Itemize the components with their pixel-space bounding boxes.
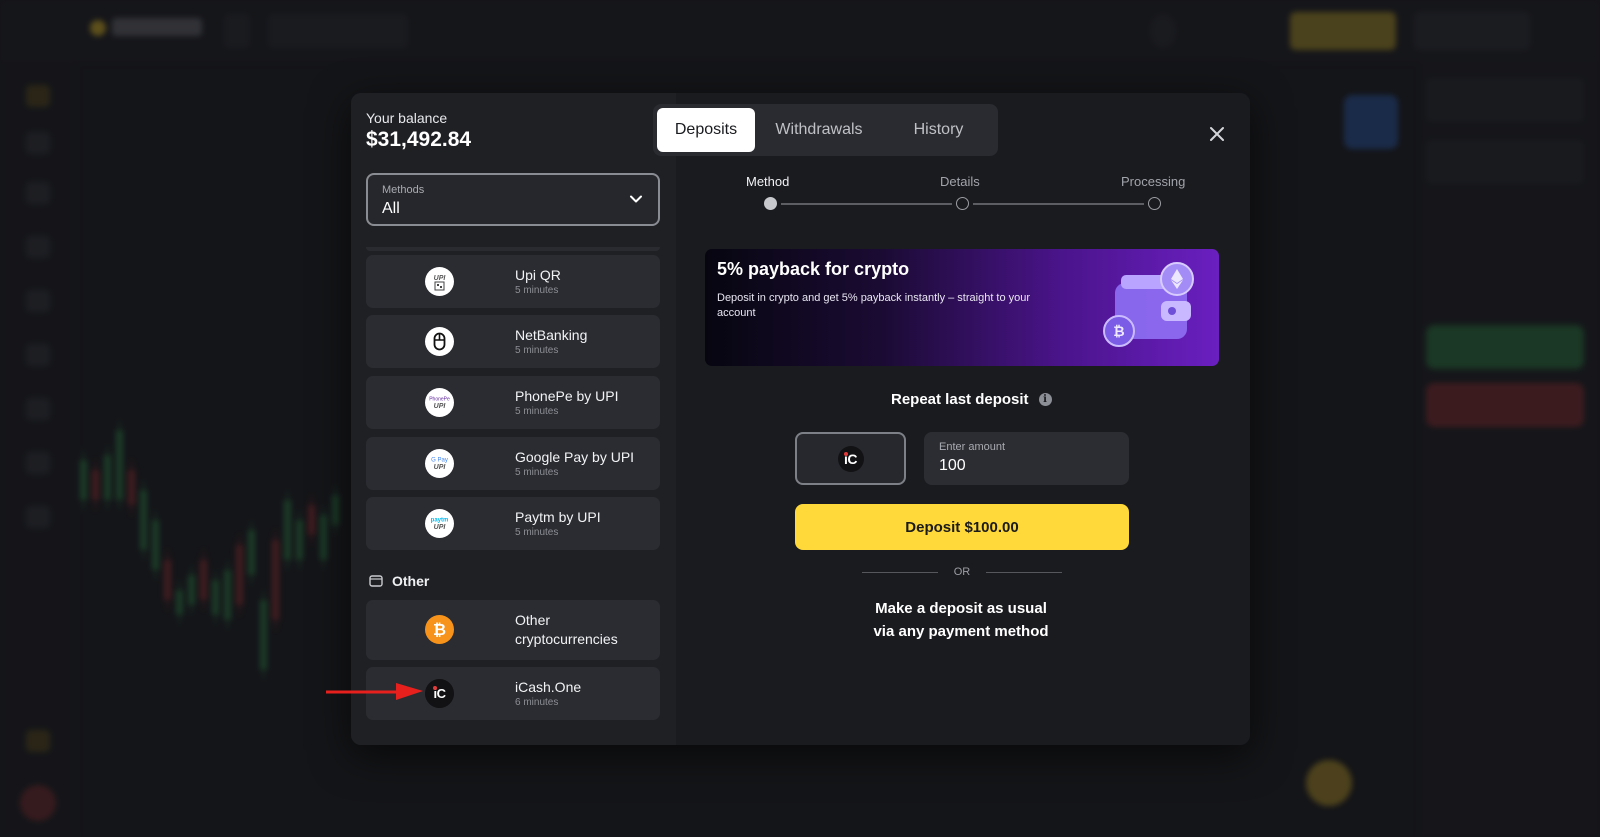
divider-line	[862, 571, 938, 573]
svg-text:₿: ₿	[433, 620, 446, 639]
step-connector	[781, 203, 952, 205]
svg-text:PhonePe: PhonePe	[429, 397, 450, 403]
methods-filter-label: Methods	[382, 184, 425, 196]
tab-history[interactable]: History	[883, 108, 994, 152]
info-icon[interactable]: i	[1038, 393, 1052, 406]
method-google-pay-upi[interactable]: G Pay UPI Google Pay by UPI 5 minutes	[366, 437, 660, 490]
step-details-dot	[956, 197, 969, 210]
svg-text:G Pay: G Pay	[431, 458, 448, 464]
icash-icon: iC	[425, 679, 454, 708]
amount-field: Enter amount	[924, 432, 1129, 485]
step-method-dot	[764, 197, 777, 210]
amount-input[interactable]	[939, 457, 1119, 475]
method-name: Paytm by UPI	[515, 509, 601, 525]
methods-panel: Your balance $31,492.84 Methods All UPI …	[351, 93, 676, 745]
close-icon[interactable]	[1207, 124, 1227, 144]
method-time: 5 minutes	[515, 467, 559, 478]
deposit-modal: Your balance $31,492.84 Methods All UPI …	[351, 93, 1250, 745]
selected-method-chip[interactable]: iC	[795, 432, 906, 485]
tab-withdrawals[interactable]: Withdrawals	[755, 108, 883, 152]
section-header-other: Other	[369, 573, 429, 589]
google-pay-icon: G Pay UPI	[425, 449, 454, 478]
repeat-last-deposit-header: Repeat last deposit i	[891, 391, 1052, 408]
phonepe-icon: PhonePe UPI	[425, 388, 454, 417]
section-title: Other	[392, 573, 430, 589]
svg-text:₿: ₿	[1113, 324, 1124, 340]
step-connector	[973, 203, 1144, 205]
method-time: 5 minutes	[515, 527, 559, 538]
balance-label: Your balance	[366, 110, 448, 126]
balance-value: $31,492.84	[366, 128, 472, 151]
mouse-icon	[425, 327, 454, 356]
amount-label: Enter amount	[939, 441, 1006, 453]
methods-filter-select[interactable]: Methods All	[366, 173, 660, 226]
method-name: Google Pay by UPI	[515, 449, 635, 465]
step-details-label: Details	[940, 174, 980, 189]
step-processing-dot	[1148, 197, 1161, 210]
usual-line-1: Make a deposit as usual	[875, 600, 1047, 617]
methods-filter-value: All	[382, 200, 400, 217]
method-time: 6 minutes	[515, 697, 559, 708]
chevron-down-icon	[630, 195, 642, 203]
method-time: 5 minutes	[515, 345, 559, 356]
icash-icon: iC	[837, 445, 864, 472]
upi-qr-icon: UPI	[425, 267, 454, 296]
paytm-icon: paytm UPI	[425, 509, 454, 538]
method-name: Upi QR	[515, 267, 561, 283]
method-name: Other	[515, 612, 551, 628]
or-text: OR	[953, 566, 971, 578]
svg-text:UPI: UPI	[434, 464, 447, 471]
svg-text:UPI: UPI	[434, 403, 447, 410]
method-paytm-upi[interactable]: paytm UPI Paytm by UPI 5 minutes	[366, 497, 660, 550]
deposit-tabs: Deposits Withdrawals History	[653, 104, 998, 156]
step-method-label: Method	[746, 174, 790, 189]
method-name: PhonePe by UPI	[515, 388, 619, 404]
svg-text:UPI: UPI	[434, 524, 447, 531]
crypto-payback-banner[interactable]: 5% payback for crypto Deposit in crypto …	[705, 249, 1219, 366]
method-name: NetBanking	[515, 327, 588, 343]
svg-text:UPI: UPI	[434, 275, 447, 282]
divider-line	[986, 571, 1062, 573]
list-previous-item-edge	[366, 247, 660, 251]
method-netbanking[interactable]: NetBanking 5 minutes	[366, 315, 660, 368]
step-processing-label: Processing	[1121, 174, 1186, 189]
promo-title: 5% payback for crypto	[717, 259, 910, 279]
deposit-as-usual-text: Make a deposit as usual via any payment …	[821, 597, 1101, 643]
wallet-icon	[369, 575, 383, 587]
crypto-wallet-illustration: ₿	[1103, 262, 1194, 347]
deposit-panel	[676, 93, 1250, 745]
svg-text:paytm: paytm	[431, 518, 449, 524]
method-upi-qr[interactable]: UPI Upi QR 5 minutes	[366, 255, 660, 308]
method-other-crypto[interactable]: ₿ Other cryptocurrencies	[366, 600, 660, 660]
method-name: iCash.One	[515, 679, 582, 695]
usual-line-2: via any payment method	[873, 623, 1049, 640]
method-time: 5 minutes	[515, 406, 559, 417]
tab-deposits[interactable]: Deposits	[657, 108, 755, 152]
promo-text: Deposit in crypto and get 5% payback ins…	[717, 292, 1031, 319]
repeat-title: Repeat last deposit	[891, 391, 1029, 408]
method-time: 5 minutes	[515, 285, 559, 296]
bitcoin-icon: ₿	[425, 615, 454, 644]
method-phonepe-upi[interactable]: PhonePe UPI PhonePe by UPI 5 minutes	[366, 376, 660, 429]
annotation-arrow-icon	[326, 683, 423, 700]
method-name-line2: cryptocurrencies	[515, 631, 618, 647]
deposit-button[interactable]: Deposit $100.00	[795, 504, 1129, 550]
or-divider: OR	[862, 566, 1062, 578]
